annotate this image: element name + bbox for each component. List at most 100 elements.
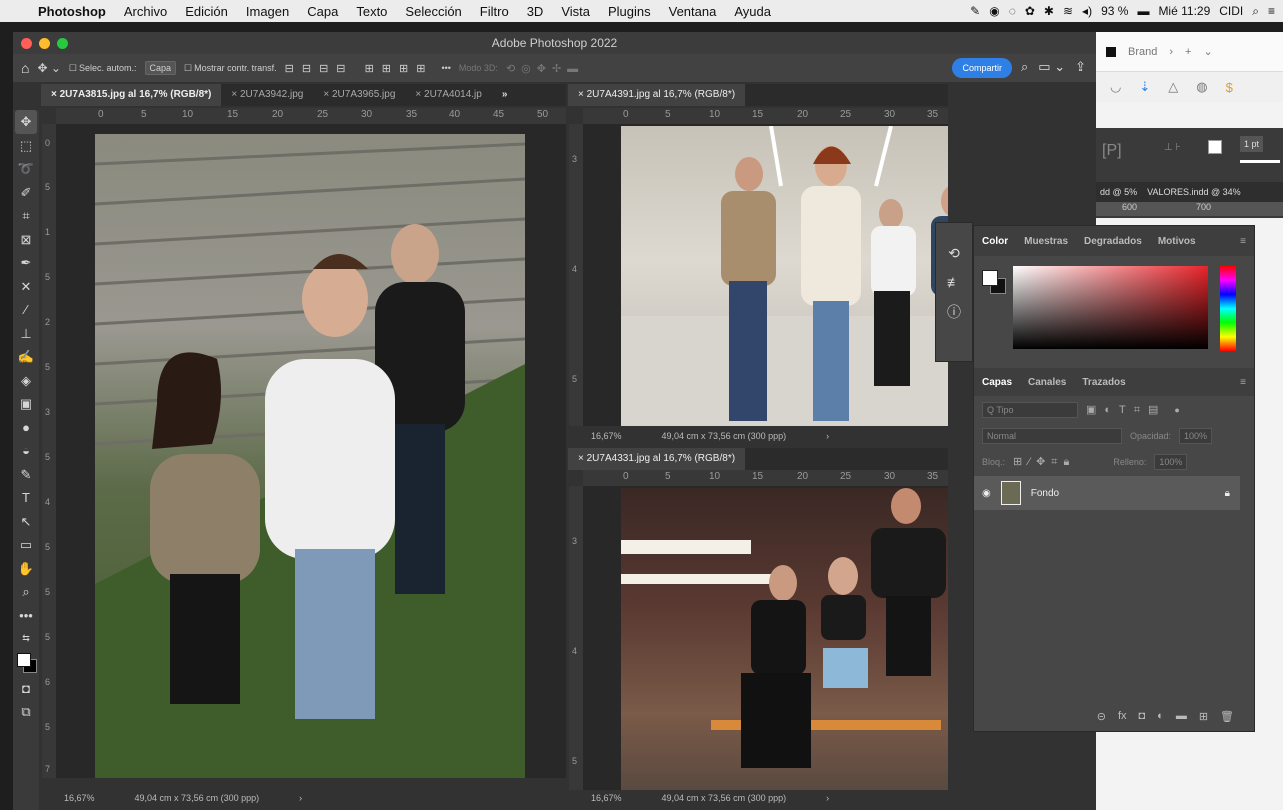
eye-visibility-icon[interactable]: ◉: [982, 488, 991, 499]
foreground-color-swatch[interactable]: [17, 652, 31, 667]
ext-color-icon[interactable]: $: [1226, 80, 1233, 95]
eraser-tool-icon[interactable]: ◈: [15, 369, 37, 393]
volume-icon[interactable]: ◂): [1082, 4, 1092, 18]
status-expand-icon[interactable]: ›: [826, 793, 829, 803]
zoom-tool-icon[interactable]: ⌕: [15, 580, 37, 604]
hue-slider[interactable]: [1220, 266, 1236, 351]
tab-brand[interactable]: Brand: [1128, 46, 1157, 58]
foreground-color-swatch[interactable]: [982, 270, 998, 286]
share-button[interactable]: Compartir: [952, 58, 1012, 78]
move-tool-icon[interactable]: ✥: [15, 110, 37, 134]
fx-icon[interactable]: fx: [1118, 710, 1127, 723]
type-tool-icon[interactable]: T: [15, 486, 37, 510]
add-mask-icon[interactable]: ◘: [1139, 710, 1146, 723]
menu-imagen[interactable]: Imagen: [246, 4, 289, 19]
auto-select-dropdown[interactable]: Capa: [144, 61, 177, 75]
tab-paths[interactable]: Trazados: [1074, 377, 1133, 388]
tab-gradients[interactable]: Degradados: [1076, 236, 1150, 247]
frame-tool-icon[interactable]: ⊠: [15, 228, 37, 252]
layer-filter-dropdown[interactable]: Q Tipo: [982, 402, 1078, 418]
stamp-tool-icon[interactable]: ⊥: [15, 322, 37, 346]
doc-tab-1[interactable]: dd @ 5%: [1100, 187, 1137, 197]
download-icon[interactable]: ⇣: [1139, 79, 1150, 95]
minimize-window-button[interactable]: [39, 38, 50, 49]
control-center-icon[interactable]: ≡: [1268, 4, 1275, 18]
color-swatches[interactable]: [15, 651, 37, 677]
stroke-none-swatch[interactable]: [1208, 140, 1222, 154]
delete-layer-icon[interactable]: 🗑︎: [1220, 710, 1234, 723]
home-icon[interactable]: ⌂: [21, 60, 29, 76]
menu-capa[interactable]: Capa: [307, 4, 338, 19]
settings-icon[interactable]: ✿: [1025, 4, 1035, 18]
left-canvas[interactable]: [56, 124, 566, 778]
gradient-tool-icon[interactable]: ▣: [15, 392, 37, 416]
triangle-icon[interactable]: △: [1168, 79, 1178, 95]
blend-mode-dropdown[interactable]: Normal: [982, 428, 1122, 444]
tab-layers[interactable]: Capas: [974, 377, 1020, 388]
chevron-down-icon[interactable]: ⌄: [1203, 45, 1212, 58]
crop-tool-icon[interactable]: ⌗: [15, 204, 37, 228]
more-options-icon[interactable]: •••: [441, 63, 450, 73]
menu-3d[interactable]: 3D: [527, 4, 544, 19]
wifi-icon[interactable]: ≋: [1063, 4, 1073, 18]
tab-doc-3815[interactable]: × 2U7A3815.jpg al 16,7% (RGB/8*): [41, 84, 222, 106]
adjustment-layer-icon[interactable]: ◐: [1157, 710, 1164, 723]
status-expand-icon[interactable]: ›: [299, 793, 302, 803]
search-icon[interactable]: ⌕: [1021, 59, 1028, 75]
link-layers-icon[interactable]: ⊝: [1097, 710, 1106, 723]
adjustments-panel-icon[interactable]: ≢: [947, 274, 961, 290]
align-icon[interactable]: ⊥ ⊦: [1164, 142, 1181, 153]
extension-icon[interactable]: ◍: [1196, 79, 1207, 95]
eyedropper-tool-icon[interactable]: ✒: [15, 251, 37, 275]
blur-tool-icon[interactable]: ●: [15, 416, 37, 440]
color-field-picker[interactable]: [1013, 266, 1208, 349]
more-tools-icon[interactable]: •••: [15, 604, 37, 628]
align-buttons-icon[interactable]: ⊟⊟⊟⊟ ⊞⊞⊞⊞: [285, 62, 434, 75]
panel-menu-icon[interactable]: ≡: [1240, 236, 1246, 247]
auto-select-checkbox[interactable]: ☐: [69, 63, 77, 74]
clock[interactable]: Mié 11:29: [1158, 4, 1210, 18]
quick-select-tool-icon[interactable]: ✐: [15, 181, 37, 205]
menu-ventana[interactable]: Ventana: [669, 4, 717, 19]
move-tool-icon[interactable]: ✥ ⌄: [37, 61, 60, 75]
pocket-icon[interactable]: ◡: [1110, 79, 1121, 95]
hand-tool-icon[interactable]: ✋: [15, 557, 37, 581]
opacity-field[interactable]: 100%: [1179, 428, 1213, 444]
right-bottom-canvas[interactable]: [583, 486, 948, 790]
panel-menu-icon[interactable]: ≡: [1240, 377, 1246, 388]
menu-ayuda[interactable]: Ayuda: [734, 4, 771, 19]
bluetooth-icon[interactable]: ✱: [1044, 4, 1054, 18]
menu-archivo[interactable]: Archivo: [124, 4, 167, 19]
tab-patterns[interactable]: Motivos: [1150, 236, 1204, 247]
filter-toggle-icon[interactable]: ●: [1174, 405, 1179, 415]
3d-tools-icon[interactable]: ⟲◎✥✢▬: [506, 62, 584, 75]
quick-mask-icon[interactable]: ◘: [15, 677, 37, 701]
pen-tool-icon[interactable]: ✎: [15, 463, 37, 487]
new-group-icon[interactable]: ▬: [1176, 710, 1187, 723]
sync-icon[interactable]: ◌: [1009, 4, 1016, 18]
paragraph-icon[interactable]: [P]: [1102, 142, 1122, 160]
zoom-window-button[interactable]: [57, 38, 68, 49]
tab-doc-3942[interactable]: × 2U7A3942.jpg: [221, 84, 313, 106]
lock-icons[interactable]: ⊞∕✥⌗🔒︎: [1013, 455, 1075, 469]
menu-app-photoshop[interactable]: Photoshop: [38, 4, 106, 19]
info-panel-icon[interactable]: ⓘ: [947, 302, 961, 322]
rectangle-tool-icon[interactable]: ▭: [15, 533, 37, 557]
show-transform-checkbox[interactable]: ☐: [184, 63, 192, 74]
layer-row-fondo[interactable]: ◉ Fondo 🔒︎: [974, 476, 1240, 510]
zoom-level[interactable]: 16,67%: [64, 793, 95, 803]
tab-channels[interactable]: Canales: [1020, 377, 1074, 388]
layer-filter-icons[interactable]: ▣◐T⌗▤: [1086, 403, 1166, 417]
tab-doc-3965[interactable]: × 2U7A3965.jpg: [313, 84, 405, 106]
tab-doc-4014[interactable]: × 2U7A4014.jp: [405, 84, 491, 106]
tabs-overflow-button[interactable]: »: [492, 84, 518, 106]
plus-icon[interactable]: +: [1185, 46, 1191, 58]
battery-icon[interactable]: ▬: [1137, 4, 1149, 18]
doc-tab-valores[interactable]: VALORES.indd @ 34%: [1147, 187, 1241, 197]
history-brush-icon[interactable]: ✍: [15, 345, 37, 369]
share-export-icon[interactable]: ⇪: [1075, 59, 1086, 75]
fill-field[interactable]: 100%: [1154, 454, 1188, 470]
workspace-icon[interactable]: ▭ ⌄: [1038, 59, 1065, 75]
chevron-right-icon[interactable]: ›: [1169, 46, 1173, 58]
menu-seleccion[interactable]: Selección: [405, 4, 461, 19]
